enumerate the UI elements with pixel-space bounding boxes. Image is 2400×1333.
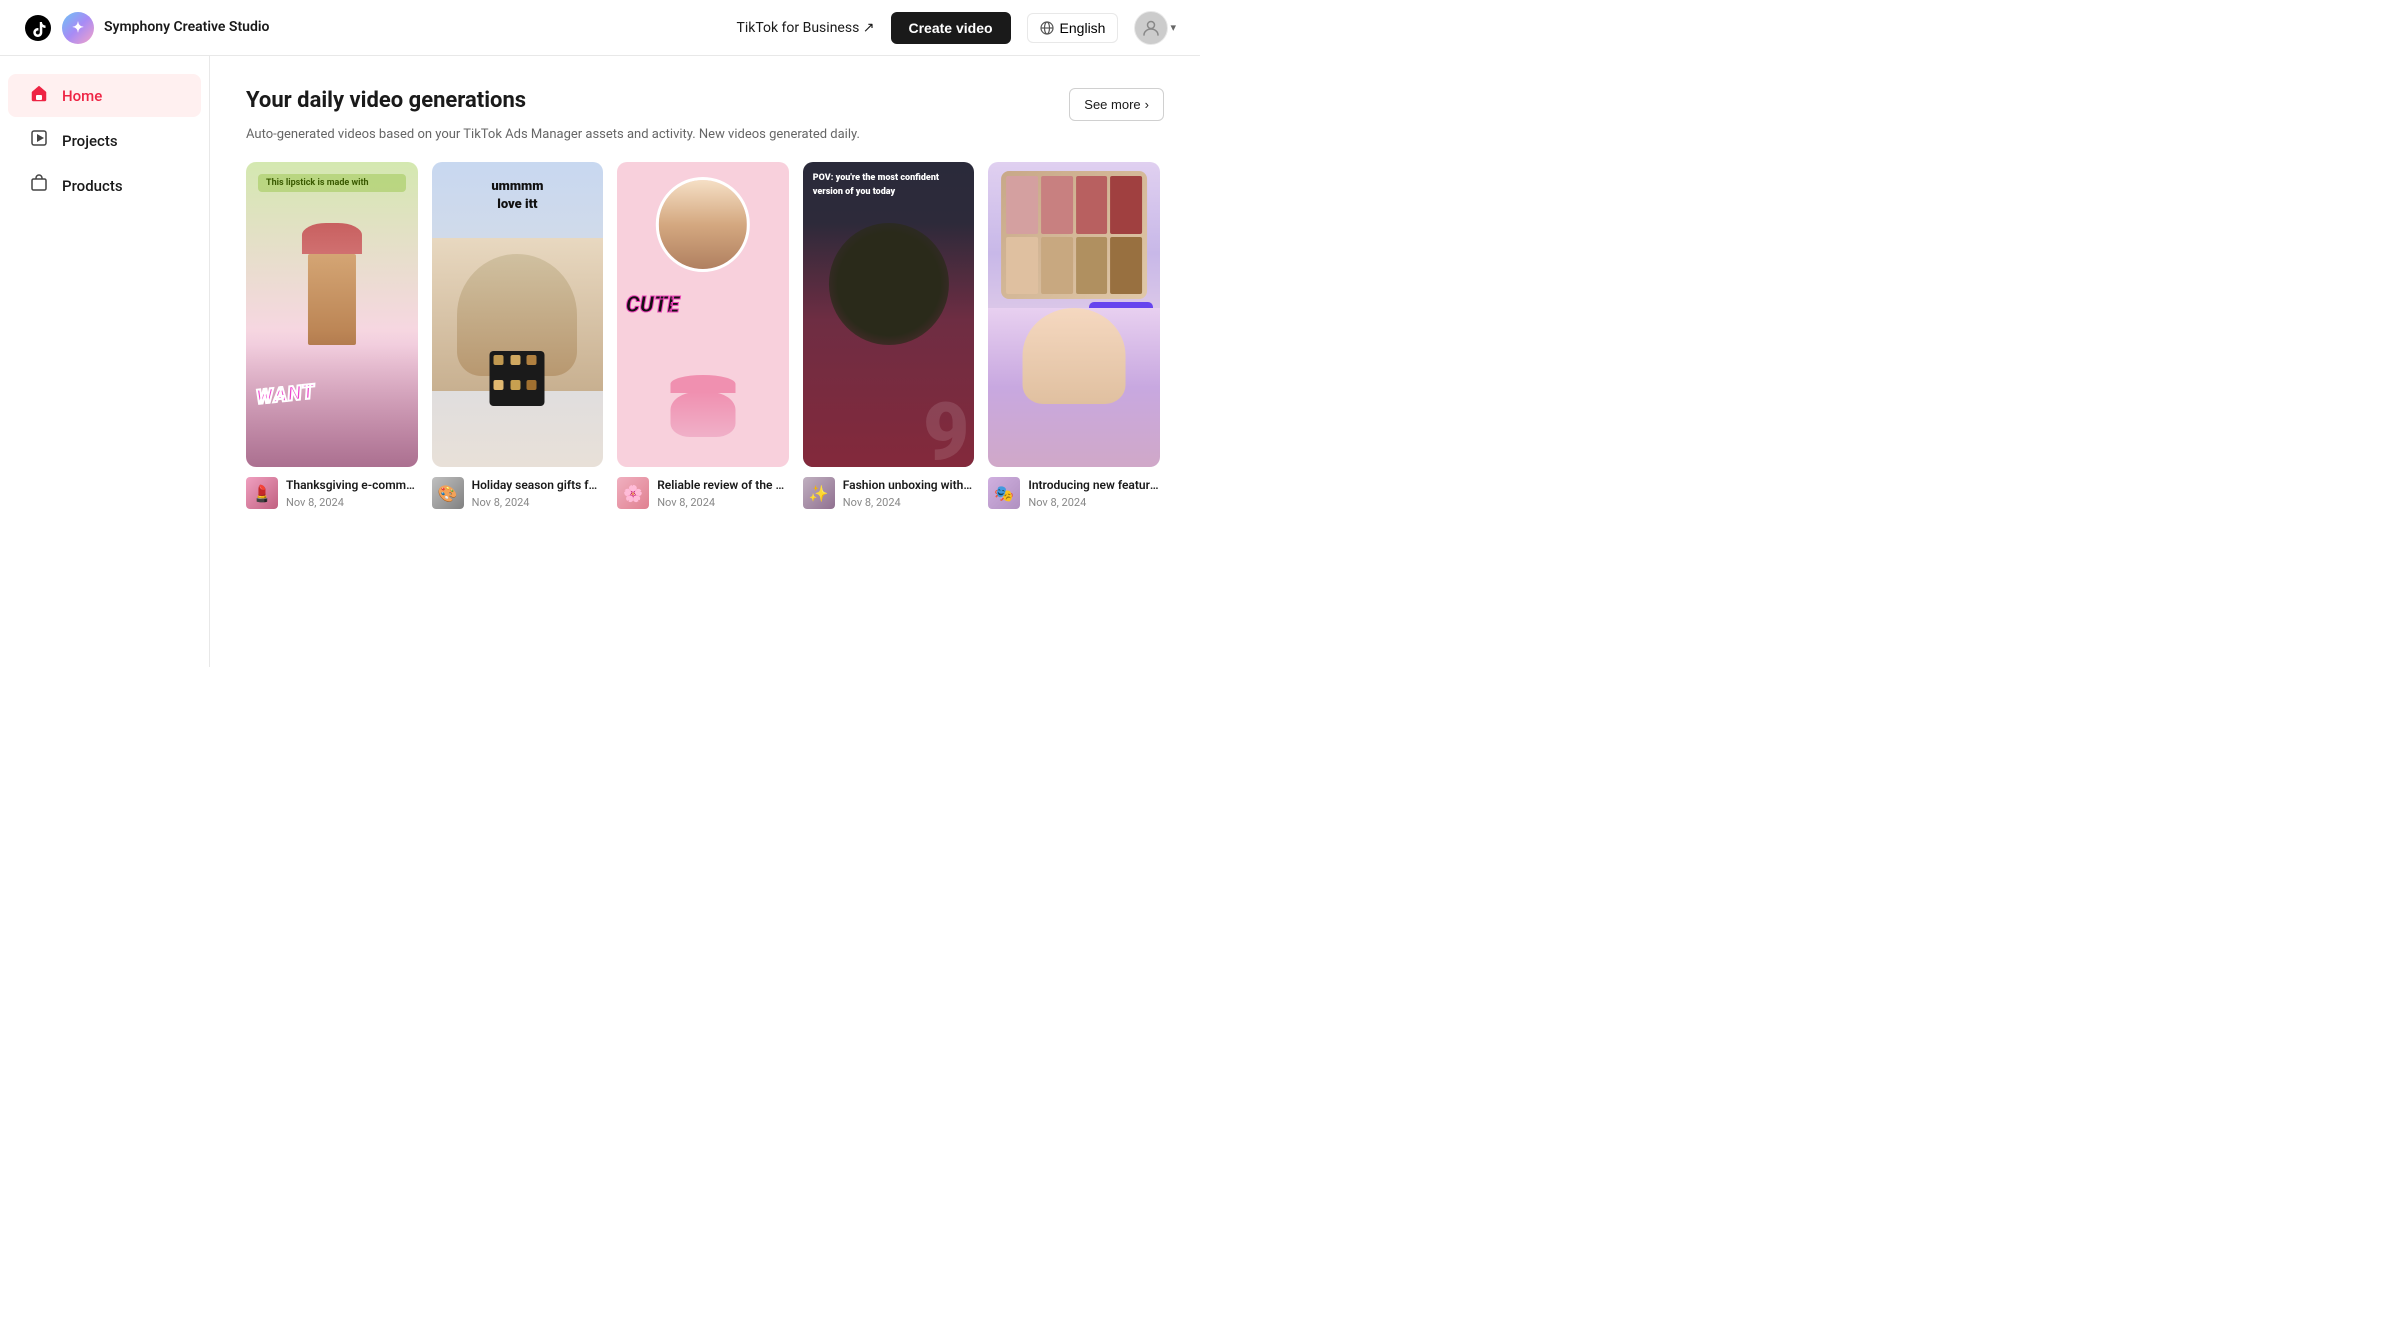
card5-thumb-icon: 🎭	[988, 477, 1020, 509]
card3-info: 🌸 Reliable review of the pi... Nov 8, 20…	[617, 477, 789, 509]
video-grid: This lipstick is made with WANT	[246, 162, 1164, 509]
person-circle	[656, 177, 750, 271]
card2-palette	[490, 351, 545, 406]
card4-text-info: Fashion unboxing with t... Nov 8, 2024	[843, 477, 975, 509]
card4-top-text: POV: you're the most confident version o…	[813, 172, 965, 199]
card2-background: ummmmlove itt	[432, 162, 604, 467]
card1-text-info: Thanksgiving e-commerc... Nov 8, 2024	[286, 477, 418, 509]
products-icon	[28, 174, 50, 197]
video-thumbnail-5: you guys,this palette is it	[988, 162, 1160, 467]
avatar-area[interactable]: ▾	[1134, 11, 1176, 45]
card4-date: Nov 8, 2024	[843, 496, 975, 509]
pink-product	[670, 375, 735, 437]
card3-date: Nov 8, 2024	[657, 496, 789, 509]
create-video-button[interactable]: Create video	[891, 12, 1011, 44]
home-icon	[28, 84, 50, 107]
card4-number-decoration: 9	[923, 392, 969, 467]
card5-text-info: Introducing new feature... Nov 8, 2024	[1028, 477, 1160, 509]
video-card-5[interactable]: you guys,this palette is it 🎭 Introducin…	[988, 162, 1160, 509]
card2-text-info: Holiday season gifts for... Nov 8, 2024	[472, 477, 604, 509]
video-card-3[interactable]: CUTE 🌸 Reliable review of the pi...	[617, 162, 789, 509]
tiktok-icon	[24, 14, 52, 42]
card3-text-info: Reliable review of the pi... Nov 8, 2024	[657, 477, 789, 509]
card5-title: Introducing new feature...	[1028, 477, 1160, 494]
video-card-1[interactable]: This lipstick is made with WANT	[246, 162, 418, 509]
card1-background: This lipstick is made with WANT	[246, 162, 418, 467]
section-title: Your daily video generations	[246, 88, 526, 113]
sidebar: Home Projects Products	[0, 56, 210, 667]
sidebar-item-products[interactable]: Products	[8, 164, 201, 207]
studio-logo-icon: ✦	[62, 12, 94, 44]
section-header: Your daily video generations See more ›	[246, 88, 1164, 121]
avatar-dropdown-chevron: ▾	[1170, 21, 1176, 34]
card2-date: Nov 8, 2024	[472, 496, 604, 509]
card5-eyeshadow-palette	[1001, 171, 1147, 299]
sidebar-item-home[interactable]: Home	[8, 74, 201, 117]
top-navigation: ✦ Symphony Creative Studio TikTok for Bu…	[0, 0, 1200, 56]
card4-thumb-icon: ✨	[803, 477, 835, 509]
video-card-4[interactable]: POV: you're the most confident version o…	[803, 162, 975, 509]
card1-date: Nov 8, 2024	[286, 496, 418, 509]
card1-thumb-icon: 💄	[246, 477, 278, 509]
user-icon	[1142, 19, 1160, 37]
main-content-area: Your daily video generations See more › …	[210, 56, 1200, 667]
card5-date: Nov 8, 2024	[1028, 496, 1160, 509]
card4-title: Fashion unboxing with t...	[843, 477, 975, 494]
card2-thumb-icon: 🎨	[432, 477, 464, 509]
language-label: English	[1060, 20, 1106, 36]
video-thumbnail-3: CUTE	[617, 162, 789, 467]
section-subtitle: Auto-generated videos based on your TikT…	[246, 127, 1164, 142]
lipstick-illustration	[302, 223, 362, 345]
sidebar-item-projects[interactable]: Projects	[8, 119, 201, 162]
cute-sticker: CUTE	[626, 293, 680, 318]
card5-background: you guys,this palette is it	[988, 162, 1160, 467]
card4-background: POV: you're the most confident version o…	[803, 162, 975, 467]
main-layout: Home Projects Products Your daily	[0, 56, 1200, 667]
card3-title: Reliable review of the pi...	[657, 477, 789, 494]
language-selector[interactable]: English	[1027, 13, 1119, 43]
card5-person-area	[988, 308, 1160, 467]
card3-thumb-icon: 🌸	[617, 477, 649, 509]
card5-info: 🎭 Introducing new feature... Nov 8, 2024	[988, 477, 1160, 509]
top-nav-actions: TikTok for Business ↗ Create video Engli…	[736, 11, 1176, 45]
tiktok-business-link[interactable]: TikTok for Business ↗	[736, 20, 874, 36]
video-card-2[interactable]: ummmmlove itt	[432, 162, 604, 509]
card4-info: ✨ Fashion unboxing with t... Nov 8, 2024	[803, 477, 975, 509]
sidebar-projects-label: Projects	[62, 132, 118, 150]
globe-icon	[1040, 21, 1054, 35]
see-more-button[interactable]: See more ›	[1069, 88, 1164, 121]
card1-top-text: This lipstick is made with	[258, 174, 406, 192]
card1-title: Thanksgiving e-commerc...	[286, 477, 418, 494]
brand-logo-area: ✦ Symphony Creative Studio	[24, 12, 269, 44]
card2-top-text: ummmmlove itt	[432, 178, 604, 214]
sidebar-home-label: Home	[62, 87, 102, 105]
card2-title: Holiday season gifts for...	[472, 477, 604, 494]
video-thumbnail-2: ummmmlove itt	[432, 162, 604, 467]
card3-background: CUTE	[617, 162, 789, 467]
projects-icon	[28, 129, 50, 152]
avatar-button[interactable]	[1134, 11, 1168, 45]
video-thumbnail-4: POV: you're the most confident version o…	[803, 162, 975, 467]
studio-brand-name: Symphony Creative Studio	[104, 18, 269, 36]
card2-info: 🎨 Holiday season gifts for... Nov 8, 202…	[432, 477, 604, 509]
video-thumbnail-1: This lipstick is made with WANT	[246, 162, 418, 467]
see-more-label: See more	[1084, 97, 1140, 112]
sidebar-products-label: Products	[62, 177, 123, 195]
see-more-chevron-icon: ›	[1145, 97, 1149, 112]
card1-info: 💄 Thanksgiving e-commerc... Nov 8, 2024	[246, 477, 418, 509]
